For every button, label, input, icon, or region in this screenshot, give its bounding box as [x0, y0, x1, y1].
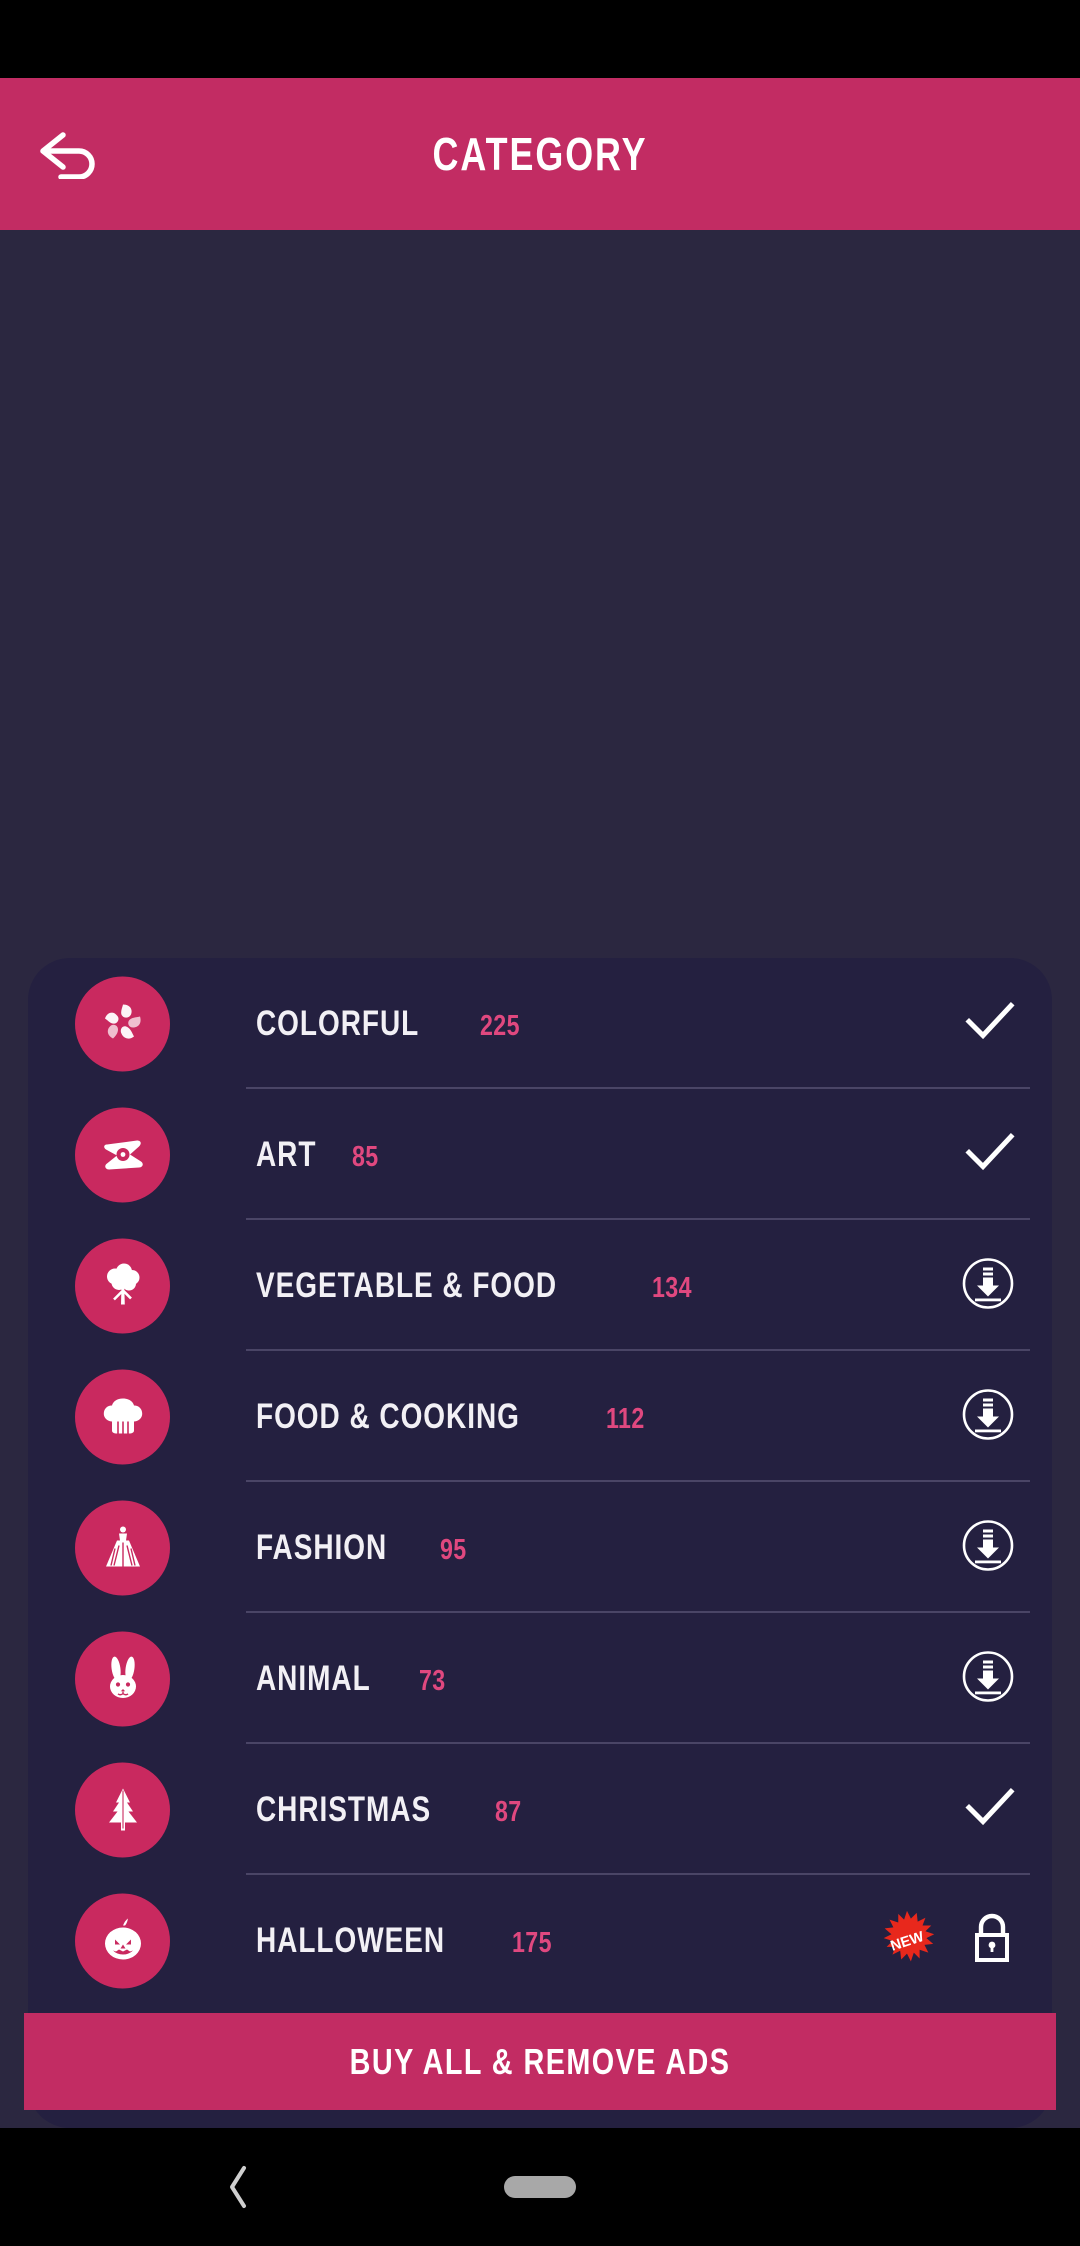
lock-icon[interactable] — [968, 1910, 1016, 1971]
chef-hat-icon — [75, 1369, 170, 1464]
broccoli-icon — [75, 1238, 170, 1333]
download-icon[interactable] — [960, 1648, 1016, 1709]
category-name: CHRISTMAS — [256, 1789, 432, 1829]
list-item[interactable]: FASHION 95 — [28, 1482, 1052, 1613]
phone-screen: CATEGORY COLORFUL 225 ART 85 VEGETABLE &… — [0, 0, 1080, 2246]
download-icon[interactable] — [960, 1255, 1016, 1316]
pinwheel-icon — [75, 976, 170, 1071]
status-bar — [0, 0, 1080, 78]
row-actions: NEW — [874, 1908, 1016, 1974]
category-name-wrap: CHRISTMAS 87 — [256, 1790, 528, 1830]
list-item[interactable]: ART 85 — [28, 1089, 1052, 1220]
category-count: 95 — [439, 1533, 467, 1566]
content-area: COLORFUL 225 ART 85 VEGETABLE & FOOD 134… — [0, 230, 1080, 2128]
category-name: VEGETABLE & FOOD — [256, 1265, 558, 1305]
palette-icon — [75, 1107, 170, 1202]
check-icon[interactable] — [964, 1130, 1016, 1179]
list-item[interactable]: HALLOWEEN 175 NEW — [28, 1875, 1052, 2006]
row-actions — [960, 1648, 1016, 1709]
row-actions — [964, 1785, 1016, 1834]
buy-all-label: BUY ALL & REMOVE ADS — [349, 2040, 731, 2082]
category-name: FASHION — [256, 1527, 388, 1567]
category-count: 112 — [605, 1402, 645, 1435]
chevron-left-icon[interactable] — [204, 2152, 274, 2222]
list-item[interactable]: VEGETABLE & FOOD 134 — [28, 1220, 1052, 1351]
category-count: 85 — [351, 1140, 379, 1173]
category-count: 225 — [480, 1009, 520, 1042]
category-name: ANIMAL — [256, 1658, 371, 1698]
category-name: HALLOWEEN — [256, 1920, 446, 1960]
list-item[interactable]: COLORFUL 225 — [28, 958, 1052, 1089]
list-item[interactable]: CHRISTMAS 87 — [28, 1744, 1052, 1875]
download-icon[interactable] — [960, 1517, 1016, 1578]
pumpkin-icon — [75, 1893, 170, 1988]
page-title: CATEGORY — [432, 128, 648, 180]
row-actions — [964, 1130, 1016, 1179]
new-badge: NEW — [874, 1908, 940, 1974]
download-icon[interactable] — [960, 1386, 1016, 1447]
list-item[interactable]: FOOD & COOKING 112 — [28, 1351, 1052, 1482]
category-name-wrap: HALLOWEEN 175 — [256, 1921, 562, 1961]
buy-all-button[interactable]: BUY ALL & REMOVE ADS — [24, 2013, 1056, 2110]
category-name-wrap: ART 85 — [256, 1135, 385, 1175]
rabbit-icon — [75, 1631, 170, 1726]
back-arrow-icon[interactable] — [22, 108, 114, 200]
category-name-wrap: COLORFUL 225 — [256, 1004, 530, 1044]
category-count: 87 — [494, 1795, 522, 1828]
category-count: 73 — [419, 1664, 446, 1697]
category-count: 175 — [512, 1926, 553, 1959]
category-name-wrap: ANIMAL 73 — [256, 1659, 453, 1699]
home-pill-icon[interactable] — [504, 2176, 576, 2198]
category-count: 134 — [652, 1271, 693, 1304]
category-name: COLORFUL — [256, 1003, 420, 1043]
system-nav-bar — [0, 2128, 1080, 2246]
category-name-wrap: FOOD & COOKING 112 — [256, 1397, 654, 1437]
row-actions — [960, 1255, 1016, 1316]
row-actions — [960, 1386, 1016, 1447]
check-icon[interactable] — [964, 999, 1016, 1048]
list-item[interactable]: ANIMAL 73 — [28, 1613, 1052, 1744]
category-name-wrap: VEGETABLE & FOOD 134 — [256, 1266, 702, 1306]
category-list: COLORFUL 225 ART 85 VEGETABLE & FOOD 134… — [28, 958, 1052, 2128]
pine-tree-icon — [75, 1762, 170, 1857]
dress-icon — [75, 1500, 170, 1595]
row-actions — [964, 999, 1016, 1048]
category-name: ART — [256, 1134, 317, 1174]
app-bar: CATEGORY — [0, 78, 1080, 230]
check-icon[interactable] — [964, 1785, 1016, 1834]
category-name-wrap: FASHION 95 — [256, 1528, 473, 1568]
category-name: FOOD & COOKING — [256, 1396, 520, 1436]
row-actions — [960, 1517, 1016, 1578]
